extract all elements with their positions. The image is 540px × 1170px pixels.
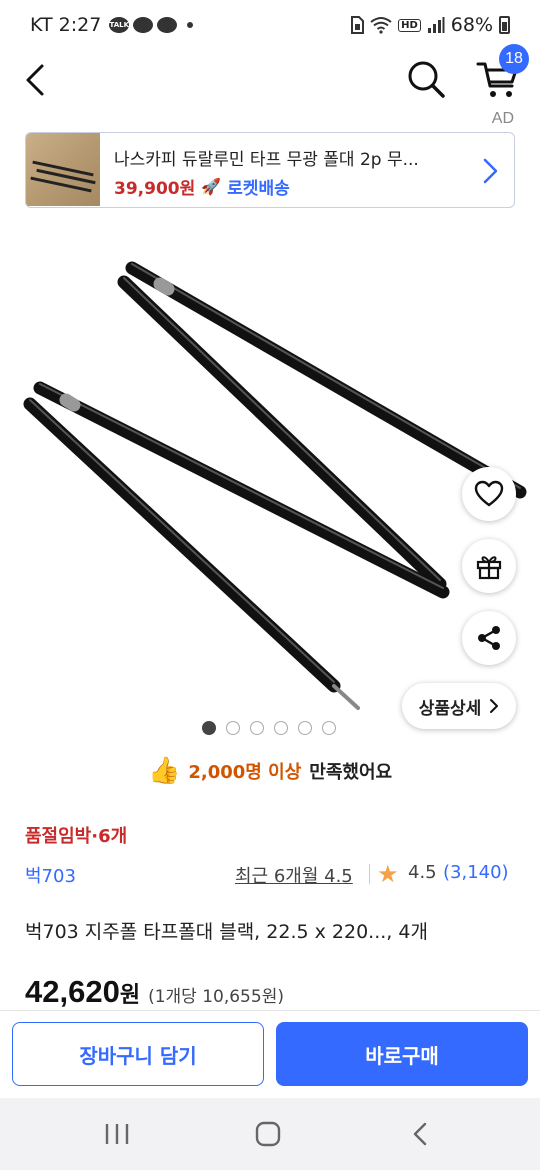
battery-icon (499, 16, 510, 34)
rating-value: 4.5 (408, 862, 437, 883)
share-icon (478, 626, 500, 650)
system-nav-bar (0, 1098, 540, 1170)
stock-warning: 품절임박·6개 (25, 826, 128, 847)
unit-price: (1개당 10,655원) (148, 987, 284, 1007)
recent-apps-icon[interactable] (102, 1120, 132, 1148)
carousel-dot[interactable] (298, 721, 312, 735)
chat-bubble-icon (157, 17, 178, 33)
search-icon (408, 61, 445, 98)
status-bar: KT 2:27 TALK HD 68% (0, 0, 540, 52)
ad-price-row: 39,900원 🚀 로켓배송 (114, 174, 290, 199)
search-button[interactable] (403, 56, 449, 102)
carousel-dot[interactable] (274, 721, 288, 735)
add-to-cart-button[interactable]: 장바구니 담기 (12, 1022, 264, 1086)
signal-icon (427, 17, 445, 33)
tent-pole-image (23, 261, 527, 710)
product-detail-button[interactable]: 상품상세 (402, 683, 516, 729)
rocket-icon: 🚀 (201, 177, 222, 196)
bottom-action-bar: 장바구니 담기 바로구매 (0, 1010, 540, 1098)
notification-icons: TALK (109, 17, 194, 33)
status-right: HD 68% (350, 14, 510, 36)
ad-label: AD (491, 110, 514, 127)
product-detail-label: 상품상세 (418, 698, 482, 719)
star-icon: ★ (377, 860, 399, 888)
brand-link[interactable]: 벅703 (25, 862, 76, 888)
ad-banner[interactable]: 나스카피 듀랄루민 타프 무광 폴대 2p 무... 39,900원 🚀 로켓배… (25, 132, 515, 208)
wishlist-button[interactable] (462, 467, 516, 521)
buy-now-button[interactable]: 바로구매 (276, 1022, 528, 1086)
carousel-indicator (202, 721, 336, 735)
divider (369, 864, 370, 884)
hd-voice-icon: HD (398, 18, 421, 32)
carrier-time: KT 2:27 (30, 14, 102, 36)
back-button[interactable] (18, 58, 58, 102)
system-back-icon[interactable] (408, 1120, 432, 1148)
thumbs-up-icon: 👍 (148, 756, 181, 786)
gift-button[interactable] (462, 539, 516, 593)
kakaotalk-icon: TALK (109, 17, 130, 33)
price-row: 42,620 원 (1개당 10,655원) (25, 974, 284, 1010)
share-button[interactable] (462, 611, 516, 665)
battery-percent: 68% (450, 14, 493, 36)
carousel-dot[interactable] (322, 721, 336, 735)
chevron-right-icon (483, 158, 498, 184)
price-currency: 원 (119, 983, 141, 1008)
ad-thumbnail (26, 133, 100, 206)
wifi-icon (370, 17, 392, 34)
chat-bubble-icon (133, 17, 154, 33)
recent-rating-link[interactable]: 최근 6개월 4.5 (235, 862, 353, 888)
app-header (0, 52, 540, 112)
carousel-dot[interactable] (226, 721, 240, 735)
chevron-left-icon (26, 64, 44, 96)
product-image[interactable] (0, 230, 540, 720)
home-icon[interactable] (254, 1120, 282, 1148)
heart-icon (474, 480, 504, 507)
chevron-right-icon (490, 699, 499, 713)
more-notifications-icon (187, 22, 194, 28)
satisfaction-row: 👍 2,000명 이상 만족했어요 (148, 756, 392, 786)
review-count-link[interactable]: (3,140) (443, 862, 509, 883)
product-title: 벅703 지주폴 타프폴대 블랙, 22.5 x 220..., 4개 (25, 921, 428, 943)
carousel-dot[interactable] (202, 721, 216, 735)
cart-count-badge: 18 (499, 44, 529, 74)
satisfaction-count: 2,000명 이상 (188, 762, 302, 783)
ad-title: 나스카피 듀랄루민 타프 무광 폴대 2p 무... (114, 150, 419, 170)
sim-icon (351, 16, 365, 34)
satisfaction-text: 만족했어요 (309, 762, 393, 783)
brand-rating-row: 벅703 최근 6개월 4.5 ★ 4.5 (3,140) (25, 860, 515, 890)
gift-icon (476, 556, 502, 580)
ad-price: 39,900원 (114, 179, 196, 199)
status-left: KT 2:27 TALK (30, 14, 194, 36)
price-value: 42,620 (25, 974, 120, 1009)
rocket-delivery-label: 로켓배송 (227, 179, 290, 199)
carousel-dot[interactable] (250, 721, 264, 735)
